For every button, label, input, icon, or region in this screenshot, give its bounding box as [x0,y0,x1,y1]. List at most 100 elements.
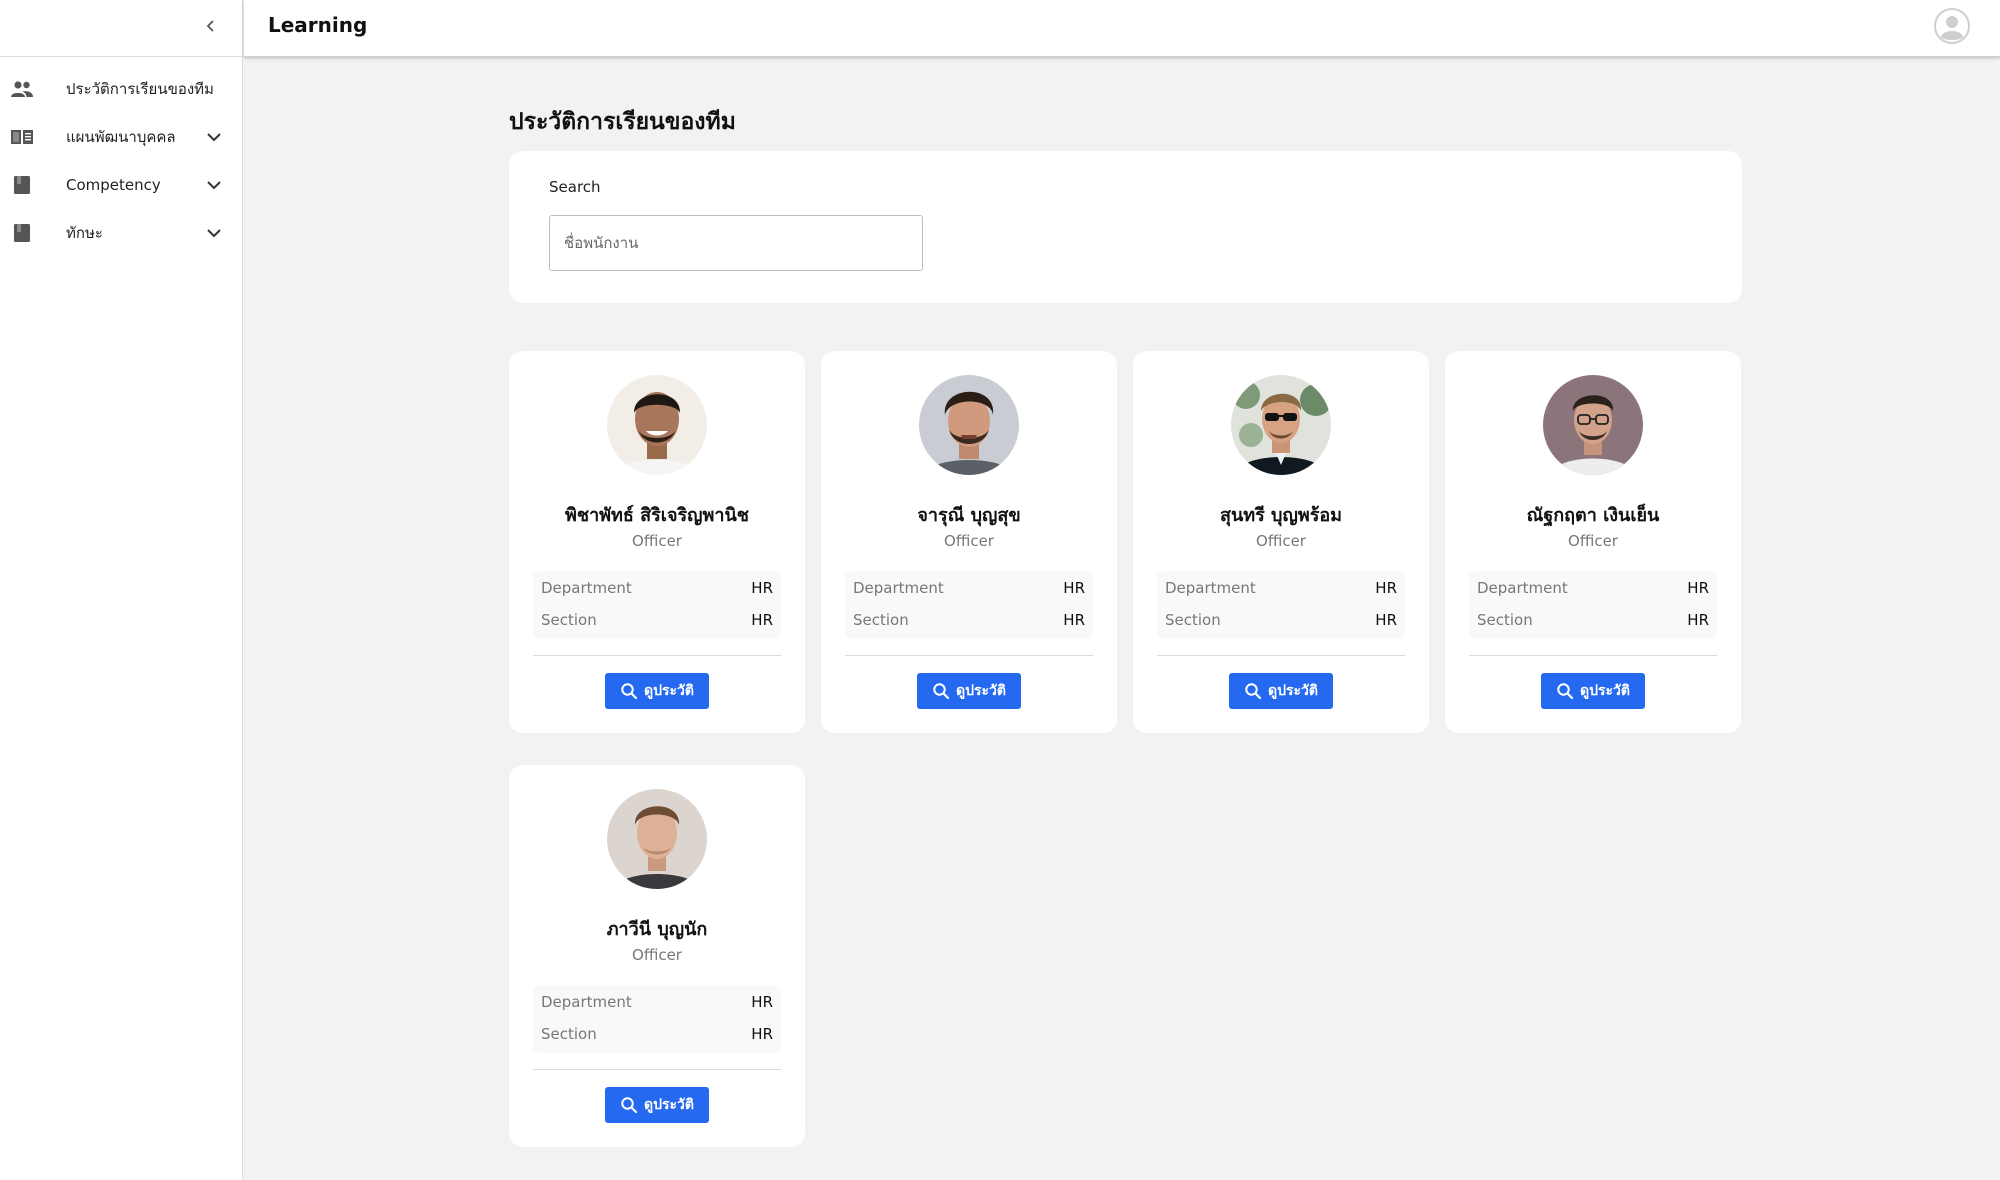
view-history-label: ดูประวัติ [644,1097,694,1113]
section-value: HR [751,611,773,629]
sidebar-item-label: แผนพัฒนาบุคคล [66,128,176,146]
department-label: Department [1165,579,1256,597]
section-value: HR [1063,611,1085,629]
section-label: Section [541,1025,597,1043]
employee-card-grid: พิชาพัทธ์ สิริเจริญพานิช Officer Departm… [509,351,1742,1151]
employee-photo [607,789,707,889]
section-row: Section HR [1477,611,1709,635]
view-history-label: ดูประวัติ [1268,683,1318,699]
view-history-button[interactable]: ดูประวัติ [605,673,709,709]
employee-role: Officer [632,946,682,964]
employee-info: Department HR Section HR [533,571,781,639]
employee-card: สุนทรี บุญพร้อม Officer Department HR Se… [1133,351,1429,733]
search-icon [1245,683,1262,700]
employee-name: สุนทรี บุญพร้อม [1219,505,1343,526]
card-divider [1157,655,1405,656]
department-row: Department HR [541,993,773,1017]
page-title: ประวัติการเรียนของทีม [509,109,736,135]
section-label: Section [1477,611,1533,629]
search-label: Search [549,178,601,196]
sidebar-item-team-history[interactable]: ประวัติการเรียนของทีม [0,65,242,113]
department-row: Department HR [1165,579,1397,603]
view-history-label: ดูประวัติ [956,683,1006,699]
section-label: Section [541,611,597,629]
sidebar-item-development-plan[interactable]: แผนพัฒนาบุคคล [0,113,242,161]
employee-info: Department HR Section HR [845,571,1093,639]
view-history-button[interactable]: ดูประวัติ [917,673,1021,709]
people-icon [10,78,34,100]
department-row: Department HR [541,579,773,603]
search-panel: Search [509,151,1742,303]
app-title: Learning [268,13,368,37]
card-divider [533,655,781,656]
department-label: Department [541,993,632,1011]
department-label: Department [853,579,944,597]
sidebar-item-label: Competency [66,176,161,194]
employee-card: พิชาพัทธ์ สิริเจริญพานิช Officer Departm… [509,351,805,733]
account-avatar-button[interactable] [1934,8,1970,44]
view-history-button[interactable]: ดูประวัติ [1229,673,1333,709]
search-icon [933,683,950,700]
section-row: Section HR [541,611,773,635]
department-value: HR [1687,579,1709,597]
department-value: HR [751,579,773,597]
employee-name-search-input[interactable] [549,215,923,271]
employee-info: Department HR Section HR [1469,571,1717,639]
chevron-down-icon [207,133,221,142]
employee-role: Officer [632,532,682,550]
sidebar-item-competency[interactable]: Competency [0,161,242,209]
sidebar: ประวัติการเรียนของทีม แผนพัฒนาบุคคล Comp… [0,0,243,1180]
employee-card: จารุณี บุญสุข Officer Department HR Sect… [821,351,1117,733]
view-history-button[interactable]: ดูประวัติ [1541,673,1645,709]
section-row: Section HR [541,1025,773,1049]
employee-name: ณัฐกฤตา เงินเย็น [1526,505,1660,526]
department-label: Department [1477,579,1568,597]
sidebar-item-skills[interactable]: ทักษะ [0,209,242,257]
collapse-sidebar-button[interactable] [196,11,226,41]
employee-info: Department HR Section HR [1157,571,1405,639]
search-icon [621,1097,638,1114]
card-divider [533,1069,781,1070]
section-label: Section [1165,611,1221,629]
book-icon [10,174,34,196]
section-value: HR [1375,611,1397,629]
sidebar-item-label: ประวัติการเรียนของทีม [66,80,214,98]
section-value: HR [1687,611,1709,629]
top-bar: Learning [244,0,2000,57]
app-root: ประวัติการเรียนของทีม แผนพัฒนาบุคคล Comp… [0,0,2000,1180]
sidebar-nav: ประวัติการเรียนของทีม แผนพัฒนาบุคคล Comp… [0,57,242,257]
employee-name: พิชาพัทธ์ สิริเจริญพานิช [564,505,750,526]
sidebar-header [0,0,242,57]
search-icon [621,683,638,700]
search-icon [1557,683,1574,700]
department-value: HR [751,993,773,1011]
employee-role: Officer [1568,532,1618,550]
department-value: HR [1063,579,1085,597]
user-avatar-icon [1934,8,1970,44]
card-divider [1469,655,1717,656]
employee-role: Officer [944,532,994,550]
view-history-button[interactable]: ดูประวัติ [605,1087,709,1123]
employee-name: ภาวีนี บุญนัก [606,919,708,940]
employee-card: ภาวีนี บุญนัก Officer Department HR Sect… [509,765,805,1147]
department-row: Department HR [853,579,1085,603]
employee-card: ณัฐกฤตา เงินเย็น Officer Department HR S… [1445,351,1741,733]
employee-photo [607,375,707,475]
employee-photo [1543,375,1643,475]
sidebar-item-label: ทักษะ [66,224,103,242]
book-open-icon [10,126,34,148]
view-history-label: ดูประวัติ [644,683,694,699]
card-divider [845,655,1093,656]
employee-photo [1231,375,1331,475]
department-row: Department HR [1477,579,1709,603]
view-history-label: ดูประวัติ [1580,683,1630,699]
employee-photo [919,375,1019,475]
chevron-left-icon [206,20,214,32]
employee-role: Officer [1256,532,1306,550]
department-label: Department [541,579,632,597]
section-row: Section HR [1165,611,1397,635]
book-icon [10,222,34,244]
chevron-down-icon [207,181,221,190]
section-label: Section [853,611,909,629]
employee-info: Department HR Section HR [533,985,781,1053]
